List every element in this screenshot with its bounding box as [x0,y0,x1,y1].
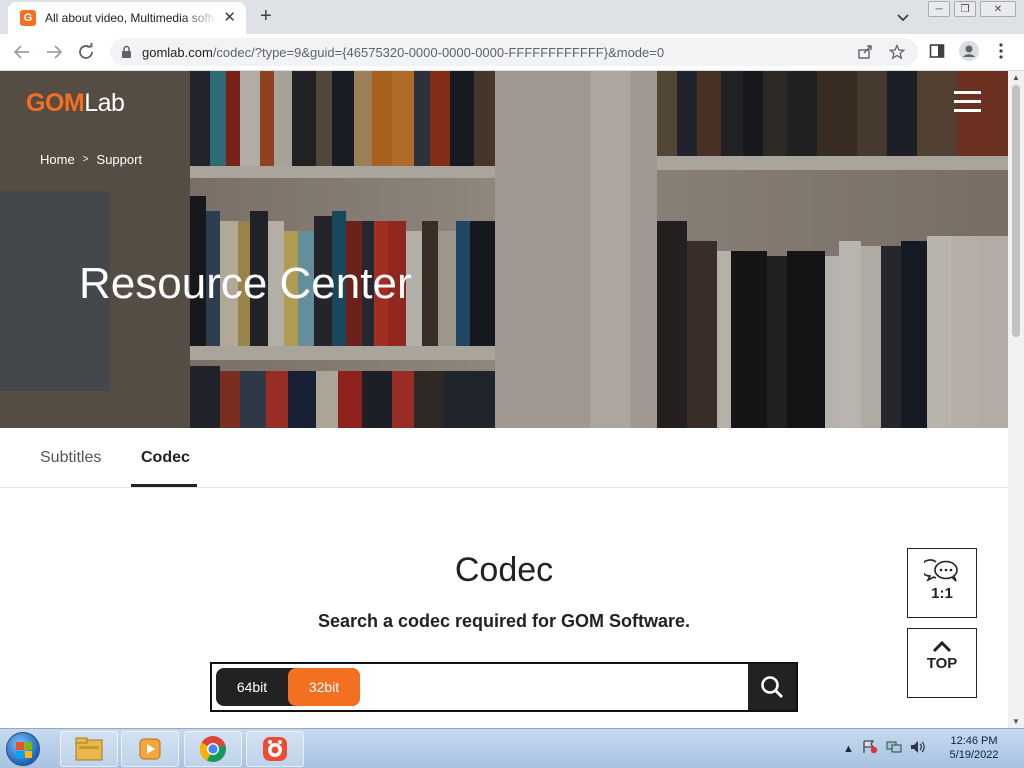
network-icon[interactable] [886,740,902,757]
tab-codec[interactable]: Codec [141,449,190,467]
clock-date: 5/19/2022 [949,749,999,761]
chevron-up-icon [932,641,952,653]
kebab-menu-icon[interactable] [999,43,1003,64]
chat-label: 1:1 [931,585,953,602]
browser-tab[interactable]: G All about video, Multimedia software ✕ [8,2,246,34]
scroll-to-top-button[interactable]: TOP [907,628,977,698]
new-tab-button[interactable]: + [260,6,272,26]
folder-icon [75,737,103,761]
clock-time: 12:46 PM [950,735,998,747]
taskbar-media-player[interactable] [121,731,179,767]
codec-section-subtitle: Search a codec required for GOM Software… [317,611,691,631]
back-arrow-icon[interactable] [13,43,31,66]
taskbar-gom-player[interactable] [246,731,304,767]
active-tab-underline [131,484,197,487]
tray-expand-icon[interactable]: ▲ [843,743,854,755]
close-window-button[interactable]: ✕ [980,1,1016,17]
hamburger-menu-icon[interactable] [954,91,981,113]
reload-icon[interactable] [77,43,95,66]
restore-button[interactable]: ❐ [954,1,976,17]
bit-toggle: 64bit 32bit [216,668,360,706]
browser-tabstrip: G All about video, Multimedia software ✕… [0,0,1024,34]
breadcrumb-separator: > [82,154,89,165]
gom-favicon-icon: G [20,10,36,26]
search-icon [761,676,783,698]
one-to-one-chat-button[interactable]: 1:1 [907,548,977,618]
tab-close-icon[interactable]: ✕ [223,10,236,26]
share-icon[interactable] [857,44,873,65]
system-tray: ▲ [843,740,926,757]
support-subtabs: Subtitles Codec [0,428,1008,488]
tab-search-chevron-icon[interactable] [897,9,909,27]
bit-32-option[interactable]: 32bit [288,668,360,706]
bookmark-star-icon[interactable] [888,43,906,65]
scroll-thumb[interactable] [1012,85,1020,337]
taskbar-clock[interactable]: 12:46 PM 5/19/2022 [936,734,1012,762]
codec-search-bar[interactable]: 64bit 32bit [210,662,798,712]
gom-player-icon [263,737,287,761]
windows-logo-icon [16,742,32,758]
lock-icon[interactable] [121,45,132,64]
page-scrollbar[interactable]: ▲ ▼ [1008,71,1024,728]
media-player-icon [139,738,161,760]
volume-icon[interactable] [910,740,926,757]
browser-toolbar: gomlab.com/codec/?type=9&guid={46575320-… [0,34,1024,71]
windows-taskbar: ▲ 12:46 PM 5/19/2022 [0,728,1024,768]
taskbar-chrome[interactable] [184,731,242,767]
tab-subtitles[interactable]: Subtitles [40,449,101,467]
page-title: Resource Center [79,259,412,308]
url-text[interactable]: gomlab.com/codec/?type=9&guid={46575320-… [142,45,664,60]
hero-banner: GOMLab Home > Support Resource Center [0,71,1008,428]
scroll-up-arrow-icon[interactable]: ▲ [1012,73,1020,82]
action-center-flag-icon[interactable] [862,740,878,757]
bookshelf-background-image [0,71,1008,428]
gomlab-logo[interactable]: GOMLab [26,89,125,118]
tab-title: All about video, Multimedia software [45,11,217,25]
start-button[interactable] [6,732,40,766]
breadcrumb-home[interactable]: Home [40,152,75,167]
codec-section-title: Codec [454,551,554,589]
scroll-down-arrow-icon[interactable]: ▼ [1012,717,1020,726]
chat-bubbles-icon [924,559,958,582]
codec-search-button[interactable] [748,664,796,710]
breadcrumb: Home > Support [40,152,142,167]
bit-64-option[interactable]: 64bit [216,668,288,706]
forward-arrow-icon[interactable] [45,43,63,66]
taskbar-file-explorer[interactable] [60,731,118,767]
breadcrumb-support[interactable]: Support [97,152,143,167]
web-page: GOMLab Home > Support Resource Center Su… [0,71,1008,728]
minimize-button[interactable]: ─ [928,1,950,17]
top-label: TOP [926,655,958,672]
side-panel-icon[interactable] [929,43,945,64]
chrome-icon [199,736,226,762]
profile-avatar-icon[interactable] [959,41,979,66]
address-bar[interactable]: gomlab.com/codec/?type=9&guid={46575320-… [110,38,918,66]
